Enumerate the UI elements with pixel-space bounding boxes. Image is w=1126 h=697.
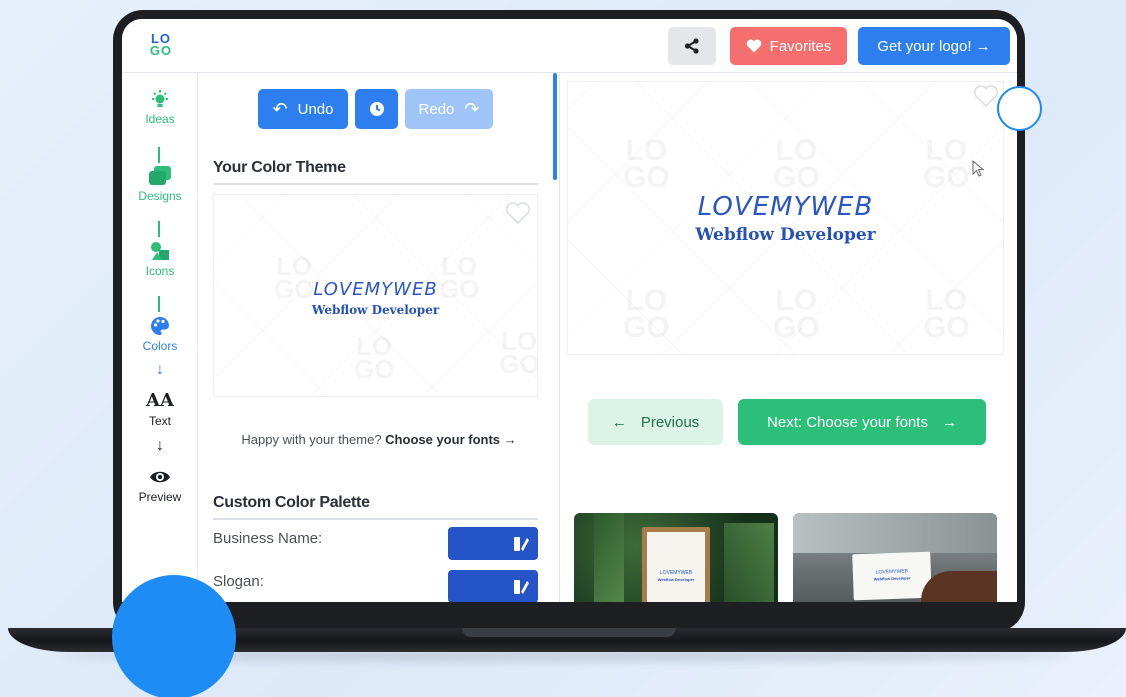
click-indicator-ring [997, 86, 1042, 131]
app-logo[interactable]: LO GO [148, 32, 174, 59]
arrow-down-icon: ↓ [156, 437, 164, 454]
sidebar-item-ideas[interactable]: Ideas [122, 89, 198, 126]
step-connector [158, 147, 160, 163]
top-bar: LO GO Favorites Get your logo! → [122, 19, 1017, 73]
business-name-label: Business Name: [213, 530, 323, 547]
redo-label: Redo [418, 100, 455, 118]
color-theme-title: Your Color Theme [213, 159, 538, 185]
favorites-label: Favorites [769, 37, 832, 55]
sidebar-item-designs[interactable]: Designs [122, 166, 198, 203]
poster-frame: LOVEMYWEB Webflow Developer [642, 527, 710, 602]
paint-bucket-icon [514, 537, 529, 551]
choose-fonts-hint: Happy with your theme? Choose your fonts… [198, 432, 559, 447]
previous-label: Previous [640, 413, 700, 431]
text-icon: AA [146, 390, 174, 411]
sidebar-item-label: Ideas [145, 112, 175, 126]
theme-preview-card[interactable]: LOGO LOGO LOGO LOGO LOVEMYWEB Webflow De… [213, 194, 538, 397]
lightbulb-icon [152, 90, 168, 107]
sidebar-item-label: Designs [138, 189, 182, 203]
sidebar-item-colors[interactable]: Colors [122, 316, 198, 353]
step-connector [158, 296, 160, 312]
sidebar-item-label: Text [148, 414, 171, 428]
poster-mockup-image[interactable]: LOVEMYWEB Webflow Developer [574, 513, 778, 602]
watermark-logo: LOGO [623, 136, 670, 193]
watermark-logo: LOGO [923, 286, 970, 343]
slogan-text: Webflow Developer [695, 225, 876, 245]
brand-name-text: LOVEMYWEB [313, 279, 438, 300]
business-name-color-swatch[interactable] [448, 527, 538, 560]
previous-button[interactable]: ← Previous [588, 399, 723, 445]
large-logo-preview[interactable]: LOGO LOGO LOGO LOGO LOGO LOGO LOVEMYWEB … [567, 81, 1004, 355]
business-card-mockup-image[interactable]: LOVEMYWEB Webflow Developer [793, 513, 997, 602]
undo-label: Undo [297, 100, 334, 118]
hand-shape [921, 571, 997, 602]
eye-icon [150, 471, 170, 483]
share-button[interactable] [668, 27, 716, 65]
app-screen: LO GO Favorites Get your logo! → Ideas D… [122, 19, 1017, 602]
slogan-label: Slogan: [213, 573, 264, 590]
main-preview-area: LOGO LOGO LOGO LOGO LOGO LOGO LOVEMYWEB … [560, 73, 1017, 602]
heart-icon [746, 39, 761, 53]
panel-scrollbar[interactable] [553, 73, 557, 180]
watermark-logo: LOGO [923, 136, 970, 193]
history-button[interactable] [355, 89, 398, 129]
slogan-color-swatch[interactable] [448, 570, 538, 602]
arrow-left-icon: ← [611, 413, 627, 431]
business-card: LOVEMYWEB Webflow Developer [852, 551, 932, 601]
sidebar-item-label: Preview [138, 490, 182, 504]
arrow-right-icon: → [941, 413, 957, 431]
undo-icon: ↶ [272, 98, 288, 119]
custom-palette-title: Custom Color Palette [213, 494, 538, 520]
get-your-logo-button[interactable]: Get your logo! → [858, 27, 1010, 65]
favorite-heart-icon[interactable] [505, 201, 531, 225]
hint-text: Happy with your theme? [241, 432, 386, 447]
watermark-logo: LOGO [499, 328, 537, 377]
clock-icon [369, 102, 384, 116]
favorites-button[interactable]: Favorites [730, 27, 847, 65]
sidebar-item-icons[interactable]: Icons [122, 241, 198, 278]
sidebar-item-text[interactable]: AA Text [122, 390, 198, 429]
shapes-icon [151, 242, 169, 260]
undo-button[interactable]: ↶ Undo [258, 89, 348, 129]
redo-icon: ↷ [464, 98, 480, 119]
mouse-pointer-icon [972, 160, 985, 177]
slogan-text: Webflow Developer [311, 303, 440, 317]
next-choose-fonts-button[interactable]: Next: Choose your fonts → [738, 399, 986, 445]
arrow-down-icon: ↓ [156, 361, 164, 378]
sidebar-item-preview[interactable]: Preview [122, 467, 198, 504]
share-icon [684, 38, 699, 54]
logo-bottom-text: GO [149, 43, 173, 58]
layers-icon [149, 166, 171, 185]
mockup-slogan-text: Webflow Developer [657, 577, 695, 582]
mockup-brand-text: LOVEMYWEB [659, 570, 693, 576]
redo-button[interactable]: Redo ↷ [405, 89, 493, 129]
next-label: Next: Choose your fonts [767, 413, 928, 431]
choose-fonts-link[interactable]: Choose your fonts → [385, 432, 516, 447]
step-connector [158, 221, 160, 237]
palette-icon [151, 317, 169, 335]
brand-name-text: LOVEMYWEB [697, 192, 874, 222]
get-logo-label: Get your logo! → [877, 37, 991, 55]
watermark-logo: LOGO [354, 333, 394, 382]
sidebar-item-label: Icons [145, 264, 175, 278]
favorite-heart-icon[interactable] [973, 84, 999, 108]
laptop-notch [462, 628, 676, 637]
watermark-logo: LOGO [773, 286, 820, 343]
decorative-blue-circle [112, 575, 236, 697]
step-sidebar: Ideas Designs Icons Colors ↓ AA Text ↓ P… [122, 73, 198, 602]
sidebar-item-label: Colors [142, 339, 178, 353]
color-settings-panel: ↶ Undo Redo ↷ Your Color Theme LOGO LOGO… [198, 73, 560, 602]
watermark-logo: LOGO [623, 286, 670, 343]
watermark-logo: LOGO [773, 136, 820, 193]
paint-bucket-icon [514, 580, 529, 594]
